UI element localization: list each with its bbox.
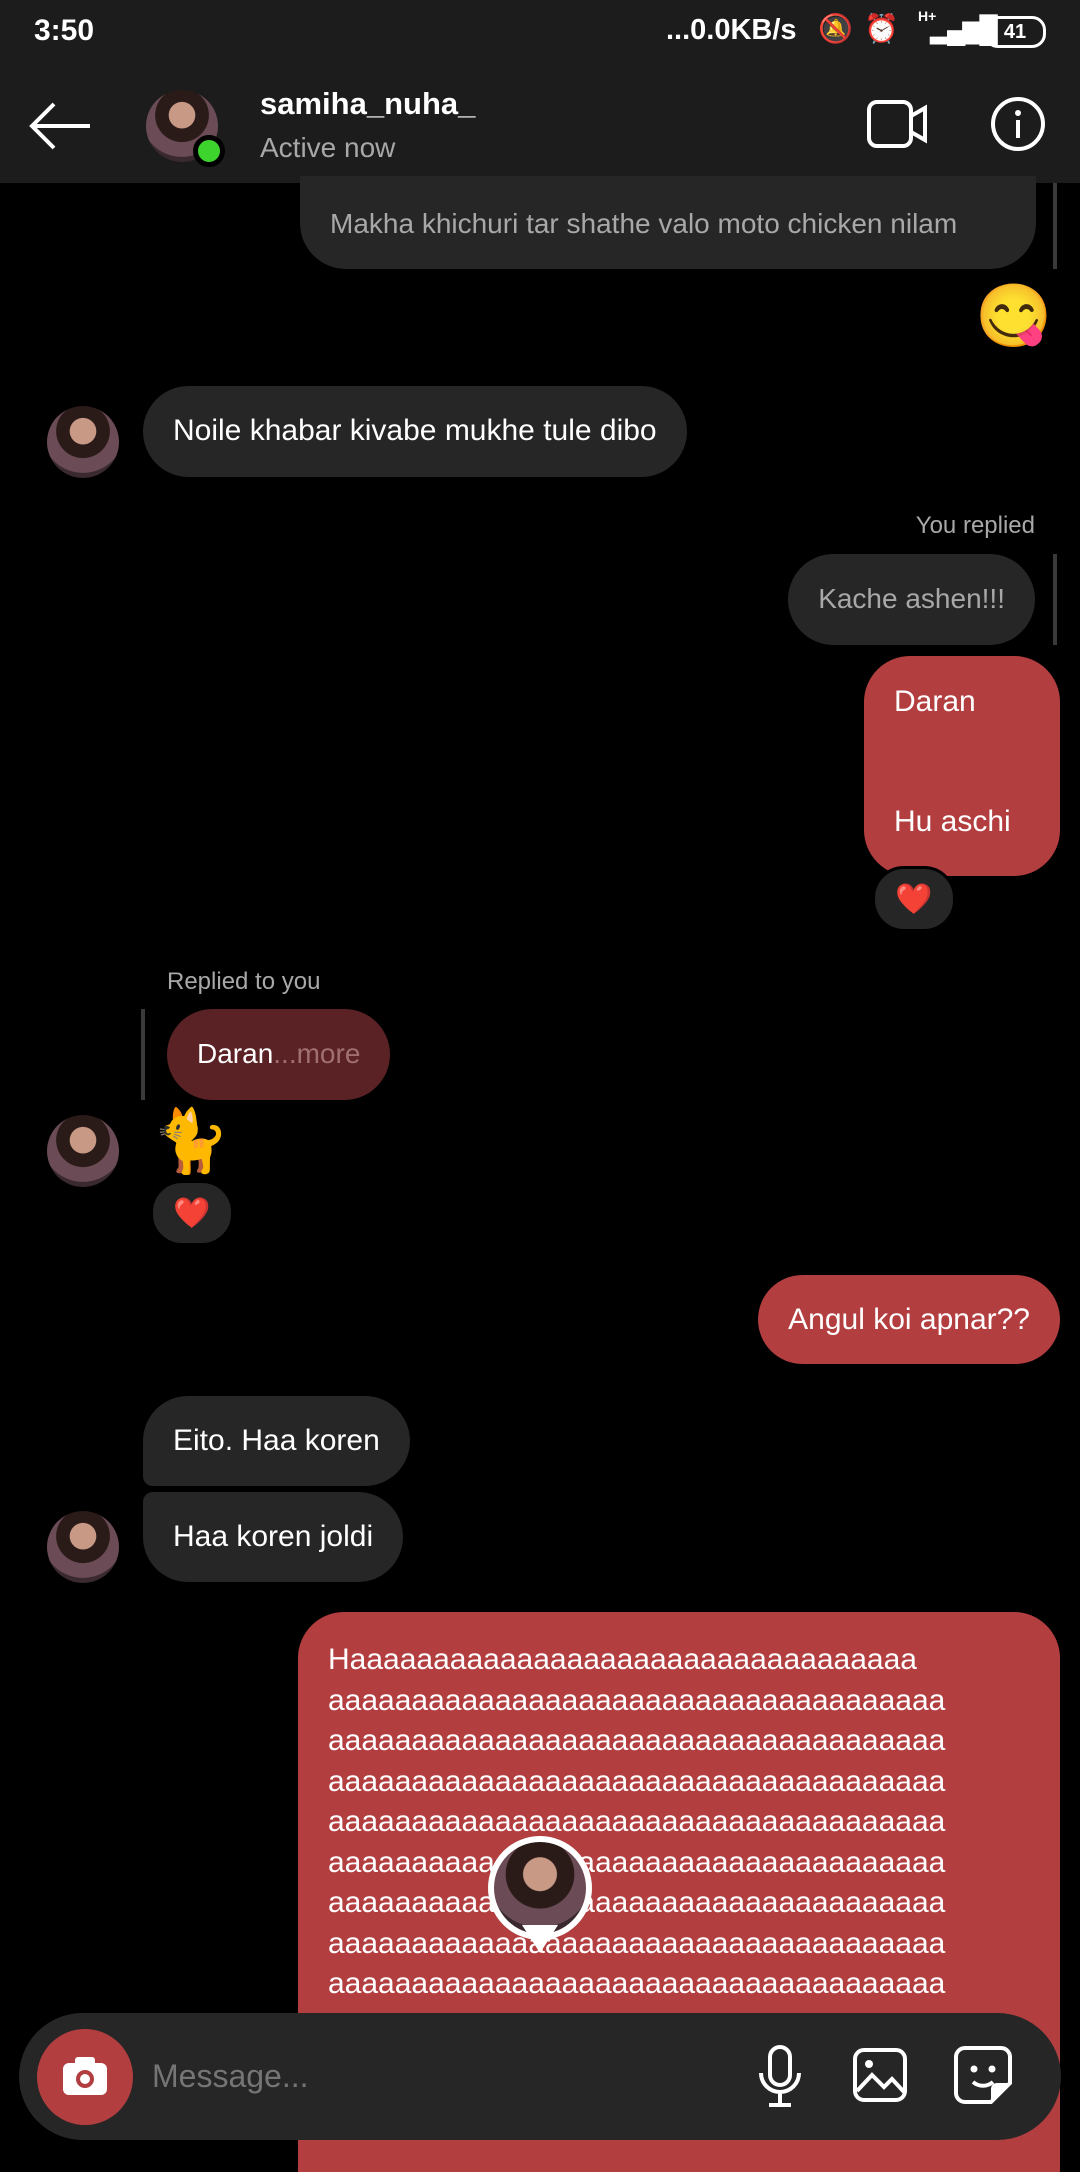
more-link[interactable]: ...more [273, 1038, 360, 1069]
sender-avatar[interactable] [47, 1511, 119, 1583]
mute-bell-icon: 🔕 [818, 13, 853, 44]
back-arrow-icon[interactable] [28, 100, 92, 152]
username[interactable]: samiha_nuha_ [260, 86, 475, 122]
info-icon[interactable] [990, 96, 1046, 152]
microphone-icon[interactable] [757, 2045, 803, 2109]
heart-reaction[interactable]: ❤️ [150, 1180, 234, 1246]
message-composer [19, 2013, 1061, 2140]
message-line: aaaaaaaaaaaaaaaaaaaaaaaaaaaaaaaaaaaaa [328, 1926, 946, 1960]
gallery-icon[interactable] [852, 2047, 908, 2103]
typing-pin-tail [522, 1925, 558, 1953]
presence-status: Active now [260, 132, 396, 163]
quoted-message[interactable]: Kache ashen!!! [788, 554, 1035, 645]
sender-avatar[interactable] [47, 406, 119, 478]
camera-icon [63, 2057, 107, 2095]
camera-button[interactable] [37, 2029, 133, 2125]
message-line: Haaaaaaaaaaaaaaaaaaaaaaaaaaaaaaaaaa [328, 1643, 917, 1676]
status-bar: 3:50 ...0.0KB/s 🔕 ⏰ H+ ▂▄▆█ 41 [0, 0, 1080, 70]
message-line: aaaaaaaaaaaaaaaaaaaaaaaaaaaaaaaaaaaaa [328, 1845, 946, 1879]
quoted-message[interactable]: Daran...more [167, 1009, 391, 1100]
online-indicator [193, 135, 225, 167]
message-input[interactable] [152, 2049, 732, 2103]
message-line: aaaaaaaaaaaaaaaaaaaaaaaaaaaaaaaaaaaaa [328, 1764, 946, 1798]
battery-icon: 41 [984, 16, 1046, 48]
clock: 3:50 [34, 14, 95, 47]
heart-reaction[interactable]: ❤️ [872, 866, 956, 932]
chat-header: samiha_nuha_ Active now [0, 70, 1080, 183]
message-bubble-outgoing[interactable]: Angul koi apnar?? [758, 1275, 1060, 1364]
network-speed: ...0.0KB/s [666, 14, 797, 46]
emoji-message[interactable]: 😋 [975, 280, 1052, 353]
reply-line [1053, 554, 1057, 645]
video-call-icon[interactable] [866, 98, 930, 150]
message-bubble-incoming[interactable]: Eito. Haa koren [143, 1396, 410, 1486]
sender-avatar[interactable] [47, 1115, 119, 1187]
message-line: aaaaaaaaaaaaaaaaaaaaaaaaaaaaaaaaaaaaa [328, 1886, 946, 1919]
reply-line [1053, 183, 1057, 269]
message-line: aaaaaaaaaaaaaaaaaaaaaaaaaaaaaaaaaaaaa [328, 1683, 946, 1717]
message-bubble-outgoing[interactable]: Daran Hu aschi [864, 656, 1060, 876]
replied-to-you-label: Replied to you [167, 968, 321, 995]
cat-emoji-message[interactable]: 🐈 [152, 1105, 229, 1178]
message-bubble-incoming[interactable]: Noile khabar kivabe mukhe tule dibo [143, 386, 687, 477]
message-line: aaaaaaaaaaaaaaaaaaaaaaaaaaaaaaaaaaaaa [328, 1805, 946, 1838]
you-replied-label: You replied [915, 512, 1035, 539]
message-bubble-incoming[interactable]: Haa koren joldi [143, 1492, 404, 1582]
reply-line [141, 1009, 145, 1100]
message-line: aaaaaaaaaaaaaaaaaaaaaaaaaaaaaaaaaaaaa [328, 1967, 946, 2000]
quote-text: Daran [197, 1038, 274, 1069]
message-line: aaaaaaaaaaaaaaaaaaaaaaaaaaaaaaaaaaaaa [328, 1724, 946, 1757]
alarm-icon: ⏰ [864, 13, 899, 44]
message-bubble-outgoing-replied[interactable]: Makha khichuri tar shathe valo moto chic… [300, 176, 1036, 269]
sticker-icon[interactable] [953, 2045, 1013, 2105]
